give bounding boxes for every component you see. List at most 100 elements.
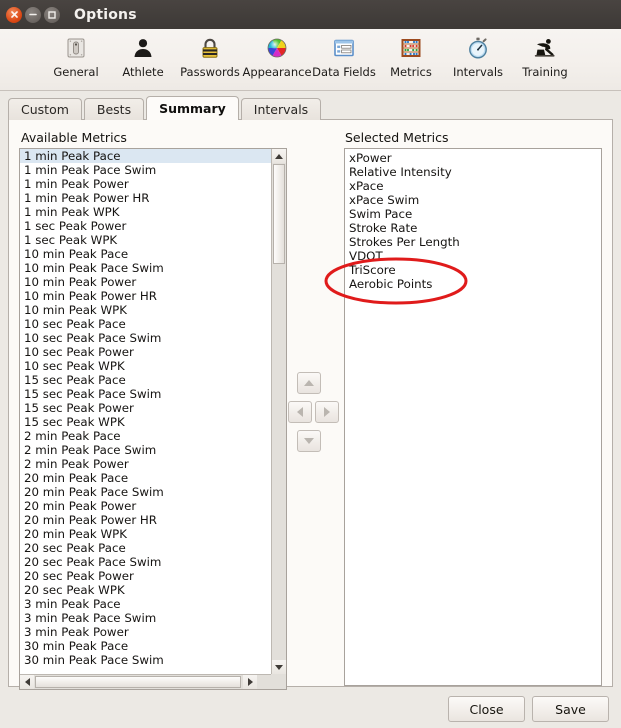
toolbar-item-data-fields[interactable]: Data Fields (311, 33, 378, 79)
toolbar-item-athlete[interactable]: Athlete (110, 33, 177, 79)
scroll-down-button[interactable] (272, 660, 286, 674)
list-item[interactable]: 30 min Peak Pace Swim (20, 653, 271, 667)
list-item[interactable]: 10 min Peak Pace (20, 247, 271, 261)
cyclist-icon (533, 33, 557, 63)
list-item[interactable]: VDOT (345, 249, 601, 263)
list-item[interactable]: 1 min Peak Pace (20, 149, 271, 163)
arrow-right-icon (247, 678, 253, 686)
list-item[interactable]: 10 sec Peak Pace (20, 317, 271, 331)
maximize-window-icon[interactable] (44, 6, 60, 23)
toolbar-item-training[interactable]: Training (512, 33, 579, 79)
list-item[interactable]: 15 sec Peak WPK (20, 415, 271, 429)
list-item[interactable]: 10 sec Peak WPK (20, 359, 271, 373)
list-item[interactable]: xPace (345, 179, 601, 193)
list-item[interactable]: 1 min Peak WPK (20, 205, 271, 219)
tab-bar: Custom Bests Summary Intervals (8, 96, 613, 120)
list-item[interactable]: 20 min Peak WPK (20, 527, 271, 541)
toolbar-item-label: Data Fields (312, 65, 376, 79)
list-item[interactable]: Strokes Per Length (345, 235, 601, 249)
scroll-up-button[interactable] (272, 149, 286, 163)
list-item[interactable]: 20 sec Peak WPK (20, 583, 271, 597)
horizontal-scroll-thumb[interactable] (35, 676, 241, 688)
summary-tab-panel: Available Metrics 1 min Peak Pace 1 min P… (8, 119, 613, 690)
vertical-scroll-thumb[interactable] (273, 164, 285, 264)
available-metrics-listbox[interactable]: 1 min Peak Pace 1 min Peak Pace Swim 1 min… (19, 148, 287, 690)
minimize-window-icon[interactable] (25, 6, 41, 23)
available-metrics-label: Available Metrics (21, 130, 127, 145)
list-item[interactable]: 2 min Peak Power (20, 457, 271, 471)
list-item[interactable]: 10 min Peak WPK (20, 303, 271, 317)
scroll-right-button[interactable] (243, 675, 257, 689)
toolbar-item-intervals[interactable]: Intervals (445, 33, 512, 79)
person-icon (131, 33, 155, 63)
scrollbar-corner (271, 674, 286, 689)
tab-bests[interactable]: Bests (83, 98, 145, 120)
list-item[interactable]: 1 sec Peak WPK (20, 233, 271, 247)
move-left-button[interactable] (288, 401, 312, 423)
list-item[interactable]: 2 min Peak Pace Swim (20, 443, 271, 457)
list-item[interactable]: xPower (345, 151, 601, 165)
scroll-left-button[interactable] (20, 675, 34, 689)
padlock-icon (198, 33, 222, 63)
list-item[interactable]: 10 sec Peak Power (20, 345, 271, 359)
tab-custom[interactable]: Custom (8, 98, 82, 120)
list-item[interactable]: Relative Intensity (345, 165, 601, 179)
list-item[interactable]: Stroke Rate (345, 221, 601, 235)
close-button[interactable]: Close (448, 696, 525, 722)
list-item[interactable]: 1 sec Peak Power (20, 219, 271, 233)
toggle-switch-icon (64, 33, 88, 63)
selected-metrics-listbox[interactable]: xPower Relative Intensity xPace xPace Swim S… (344, 148, 602, 686)
form-fields-icon (332, 33, 356, 63)
close-window-icon[interactable] (6, 6, 22, 23)
list-item[interactable]: 15 sec Peak Pace Swim (20, 387, 271, 401)
list-item[interactable]: 1 min Peak Power (20, 177, 271, 191)
list-item[interactable]: 15 sec Peak Pace (20, 373, 271, 387)
list-item[interactable]: 10 min Peak Power (20, 275, 271, 289)
list-item[interactable]: Swim Pace (345, 207, 601, 221)
list-item[interactable]: 10 sec Peak Pace Swim (20, 331, 271, 345)
list-item[interactable]: 10 min Peak Power HR (20, 289, 271, 303)
color-wheel-icon (265, 33, 289, 63)
list-item[interactable]: 20 min Peak Power (20, 499, 271, 513)
list-item[interactable]: 30 min Peak Pace (20, 639, 271, 653)
list-item[interactable]: 10 min Peak Pace Swim (20, 261, 271, 275)
list-item[interactable]: 3 min Peak Power (20, 625, 271, 639)
list-item[interactable]: 20 sec Peak Pace Swim (20, 555, 271, 569)
arrow-down-icon (304, 438, 314, 444)
move-down-button[interactable] (297, 430, 321, 452)
list-item[interactable]: 20 min Peak Power HR (20, 513, 271, 527)
arrow-down-icon (275, 664, 283, 670)
list-item[interactable]: 1 min Peak Power HR (20, 191, 271, 205)
window-titlebar: Options (0, 0, 621, 29)
toolbar-item-metrics[interactable]: Metrics (378, 33, 445, 79)
toolbar-item-label: Appearance (242, 65, 312, 79)
list-item[interactable]: 3 min Peak Pace (20, 597, 271, 611)
list-item[interactable]: 20 min Peak Pace (20, 471, 271, 485)
list-item[interactable]: 3 min Peak Pace Swim (20, 611, 271, 625)
arrow-left-icon (297, 407, 303, 417)
available-metrics-rows[interactable]: 1 min Peak Pace 1 min Peak Pace Swim 1 min… (20, 149, 271, 674)
available-vertical-scrollbar[interactable] (271, 149, 286, 674)
list-item[interactable]: xPace Swim (345, 193, 601, 207)
list-item[interactable]: 20 sec Peak Power (20, 569, 271, 583)
available-horizontal-scrollbar[interactable] (20, 674, 271, 689)
tab-summary[interactable]: Summary (146, 96, 239, 120)
toolbar-item-label: Metrics (390, 65, 432, 79)
list-item[interactable]: Aerobic Points (345, 277, 601, 291)
abacus-icon (399, 33, 423, 63)
list-item[interactable]: 2 min Peak Pace (20, 429, 271, 443)
toolbar-item-label: Training (522, 65, 568, 79)
list-item[interactable]: 20 min Peak Pace Swim (20, 485, 271, 499)
toolbar-item-general[interactable]: General (43, 33, 110, 79)
save-button[interactable]: Save (532, 696, 609, 722)
list-item[interactable]: TriScore (345, 263, 601, 277)
selected-metrics-rows[interactable]: xPower Relative Intensity xPace xPace Swim S… (345, 149, 601, 685)
toolbar-item-passwords[interactable]: Passwords (177, 33, 244, 79)
list-item[interactable]: 15 sec Peak Power (20, 401, 271, 415)
move-up-button[interactable] (297, 372, 321, 394)
toolbar-item-appearance[interactable]: Appearance (242, 33, 312, 79)
move-right-button[interactable] (315, 401, 339, 423)
list-item[interactable]: 20 sec Peak Pace (20, 541, 271, 555)
list-item[interactable]: 1 min Peak Pace Swim (20, 163, 271, 177)
tab-intervals[interactable]: Intervals (240, 98, 322, 120)
